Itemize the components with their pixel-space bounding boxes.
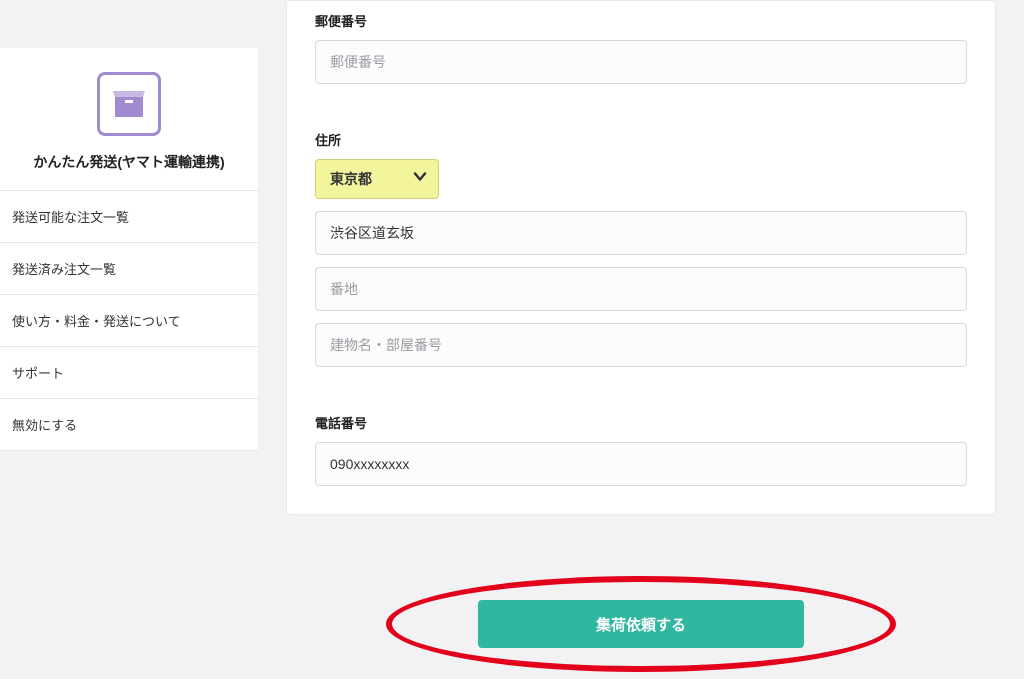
request-pickup-button[interactable]: 集荷依頼する bbox=[478, 600, 804, 648]
submit-area: 集荷依頼する bbox=[286, 569, 996, 679]
sidebar-item-shipped-orders[interactable]: 発送済み注文一覧 bbox=[0, 243, 258, 295]
sidebar-item-shippable-orders[interactable]: 発送可能な注文一覧 bbox=[0, 191, 258, 243]
sidebar-item-support[interactable]: サポート bbox=[0, 347, 258, 399]
prefecture-select[interactable]: 東京都 bbox=[315, 159, 439, 199]
building-input[interactable] bbox=[315, 323, 967, 367]
postal-label: 郵便番号 bbox=[315, 1, 967, 30]
address-field-group: 住所 東京都 bbox=[315, 120, 967, 379]
sidebar: かんたん発送(ヤマト運輸連携) 発送可能な注文一覧 発送済み注文一覧 使い方・料… bbox=[0, 0, 258, 627]
phone-label: 電話番号 bbox=[315, 403, 967, 432]
main-content: 郵便番号 住所 東京都 電話番号 bbox=[258, 0, 1024, 627]
postal-field-group: 郵便番号 bbox=[315, 1, 967, 96]
sidebar-nav: 発送可能な注文一覧 発送済み注文一覧 使い方・料金・発送について サポート 無効… bbox=[0, 190, 258, 451]
street-input[interactable] bbox=[315, 267, 967, 311]
sidebar-item-usage-pricing[interactable]: 使い方・料金・発送について bbox=[0, 295, 258, 347]
postal-input[interactable] bbox=[315, 40, 967, 84]
phone-input[interactable] bbox=[315, 442, 967, 486]
prefecture-select-wrap: 東京都 bbox=[315, 159, 439, 199]
package-icon bbox=[97, 72, 161, 136]
address-label: 住所 bbox=[315, 120, 967, 149]
shipping-form-card: 郵便番号 住所 東京都 電話番号 bbox=[286, 0, 996, 515]
app-title: かんたん発送(ヤマト運輸連携) bbox=[0, 152, 258, 172]
city-input[interactable] bbox=[315, 211, 967, 255]
app-header-card: かんたん発送(ヤマト運輸連携) bbox=[0, 48, 258, 190]
sidebar-item-disable[interactable]: 無効にする bbox=[0, 399, 258, 451]
phone-field-group: 電話番号 bbox=[315, 403, 967, 486]
